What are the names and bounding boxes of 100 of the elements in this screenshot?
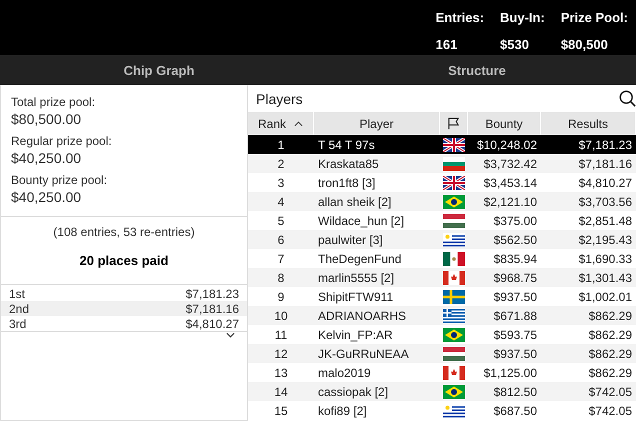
player-cell-text: cassiopak [2] bbox=[317, 384, 390, 398]
flag-icon bbox=[443, 156, 465, 170]
bounty-cell-text: $3,453.14 bbox=[482, 176, 538, 190]
flag-icon bbox=[443, 290, 465, 304]
chevron-down-icon[interactable] bbox=[226, 332, 235, 338]
player-cell-text: allan sheik [2] bbox=[317, 194, 392, 208]
results-cell-text: $3,703.56 bbox=[578, 194, 633, 208]
flag-icon bbox=[443, 270, 465, 284]
rank-cell-text: 1 bbox=[276, 138, 286, 152]
rank-cell-text: 15 bbox=[273, 404, 289, 418]
bounty-cell-text: $593.75 bbox=[492, 328, 538, 342]
player-cell-text: tron1ft8 [3] bbox=[317, 176, 376, 190]
results-cell-text: $742.05 bbox=[588, 384, 633, 398]
payout-amount: $7,181.16 bbox=[186, 302, 239, 316]
player-cell-text: malo2019 bbox=[317, 366, 372, 380]
flag-icon bbox=[443, 194, 465, 208]
player-cell-text: T 54 T 97s bbox=[317, 138, 376, 152]
bounty-cell-text: $2,121.10 bbox=[482, 194, 538, 208]
flag-icon bbox=[443, 328, 465, 342]
rank-cell-text: 10 bbox=[273, 308, 289, 322]
flag-icon bbox=[443, 384, 465, 398]
player-row[interactable]: 8 marlin5555 [2] $968.75 $1,301.43 bbox=[248, 268, 636, 287]
rank-cell-text: 4 bbox=[276, 194, 286, 208]
player-cell-text: marlin5555 [2] bbox=[317, 270, 396, 284]
pool-value: $80,500.00 bbox=[11, 111, 82, 127]
player-cell-text: Kraskata85 bbox=[317, 156, 380, 170]
rank-cell-text: 13 bbox=[273, 366, 289, 380]
player-row[interactable]: 1 T 54 T 97s $10,248.02 $7,181.23 bbox=[248, 135, 636, 154]
stat-label: Entries: bbox=[436, 10, 484, 25]
results-cell-text: $1,301.43 bbox=[578, 270, 633, 284]
payout-place: 1st bbox=[9, 287, 26, 301]
player-cell-text: JK-GuRRuNEAA bbox=[317, 346, 410, 360]
bounty-cell-text: $562.50 bbox=[492, 232, 538, 246]
results-cell-text: $862.29 bbox=[588, 308, 633, 322]
bounty-cell-text: $10,248.02 bbox=[476, 138, 538, 152]
flag-icon bbox=[443, 138, 465, 152]
player-cell-text: kofi89 [2] bbox=[317, 404, 368, 418]
stat-label: Buy-In: bbox=[500, 10, 545, 25]
column-label: Player bbox=[359, 116, 394, 130]
player-row[interactable]: 12 JK-GuRRuNEAA $937.50 $862.29 bbox=[248, 344, 636, 363]
results-cell-text: $4,810.27 bbox=[578, 176, 633, 190]
places-paid: 20 places paid bbox=[1, 239, 247, 285]
players-title: Players bbox=[256, 90, 303, 106]
bounty-cell-text: $937.50 bbox=[492, 290, 538, 304]
column-label: Bounty bbox=[485, 116, 523, 130]
bounty-cell-text: $812.50 bbox=[492, 384, 538, 398]
sort-up-icon bbox=[294, 120, 303, 126]
rank-cell-text: 14 bbox=[273, 384, 289, 398]
rank-cell-text: 7 bbox=[276, 252, 286, 266]
bounty-cell-text: $968.75 bbox=[492, 270, 538, 284]
flag-icon bbox=[443, 404, 465, 418]
rank-cell-text: 2 bbox=[276, 156, 286, 170]
bounty-cell-text: $1,125.00 bbox=[482, 366, 538, 380]
player-cell-text: paulwiter [3] bbox=[317, 232, 384, 246]
rank-cell-text: 12 bbox=[273, 346, 289, 360]
pool-value: $40,250.00 bbox=[11, 189, 82, 205]
column-label: Rank bbox=[258, 116, 286, 130]
column-label: Results bbox=[568, 116, 608, 130]
player-row[interactable]: 10 ADRIANOARHS $671.88 $862.29 bbox=[248, 306, 636, 325]
flag-icon bbox=[443, 252, 465, 266]
stat-value: 161 bbox=[436, 37, 458, 52]
payout-place: 2nd bbox=[9, 302, 30, 316]
player-cell-text: Wildace_hun [2] bbox=[317, 214, 406, 228]
rank-cell-text: 3 bbox=[276, 176, 286, 190]
rank-cell-text: 6 bbox=[276, 232, 286, 246]
flag-icon bbox=[443, 176, 465, 190]
player-cell-text: TheDegenFund bbox=[317, 252, 402, 266]
flag-icon bbox=[443, 366, 465, 380]
bounty-cell-text: $687.50 bbox=[492, 404, 538, 418]
results-cell-text: $2,851.48 bbox=[578, 214, 633, 228]
search-icon[interactable] bbox=[619, 90, 636, 107]
player-cell-text: ADRIANOARHS bbox=[317, 308, 408, 322]
pool-label: Total prize pool: bbox=[11, 95, 96, 109]
results-cell-text: $7,181.16 bbox=[578, 156, 633, 170]
payout-amount: $7,181.23 bbox=[186, 287, 239, 301]
results-cell-text: $1,002.01 bbox=[578, 290, 633, 304]
results-cell-text: $862.29 bbox=[588, 366, 633, 380]
results-cell-text: $862.29 bbox=[588, 328, 633, 342]
flag-icon bbox=[443, 346, 465, 360]
rank-cell-text: 9 bbox=[276, 290, 286, 304]
pool-value: $40,250.00 bbox=[11, 150, 82, 166]
payout-amount: $4,810.27 bbox=[186, 317, 239, 331]
player-row[interactable]: 2 Kraskata85 $3,732.42 $7,181.16 bbox=[248, 154, 636, 173]
stat-value: $80,500 bbox=[560, 37, 609, 52]
results-cell-text: $2,195.43 bbox=[578, 232, 633, 246]
player-cell-text: Kelvin_FP:AR bbox=[317, 328, 394, 342]
results-cell-text: $862.29 bbox=[588, 346, 633, 360]
pool-label: Bounty prize pool: bbox=[11, 173, 108, 187]
results-cell-text: $742.05 bbox=[588, 404, 633, 418]
entries-note: (108 entries, 53 re-entries) bbox=[52, 224, 196, 239]
flag-icon bbox=[447, 117, 460, 130]
results-cell-text: $1,690.33 bbox=[578, 252, 633, 266]
bounty-cell-text: $937.50 bbox=[492, 346, 538, 360]
flag-icon bbox=[443, 308, 465, 322]
bounty-cell-text: $835.94 bbox=[492, 252, 538, 266]
player-row[interactable]: 6 paulwiter [3] $562.50 $2,195.43 bbox=[248, 230, 636, 249]
rank-cell-text: 8 bbox=[276, 270, 286, 284]
stat-label: Prize Pool: bbox=[560, 10, 628, 25]
player-row[interactable]: 4 allan sheik [2] $2,121.10 $3,703.56 bbox=[248, 192, 636, 211]
player-row[interactable]: 14 cassiopak [2] $812.50 $742.05 bbox=[248, 382, 636, 401]
